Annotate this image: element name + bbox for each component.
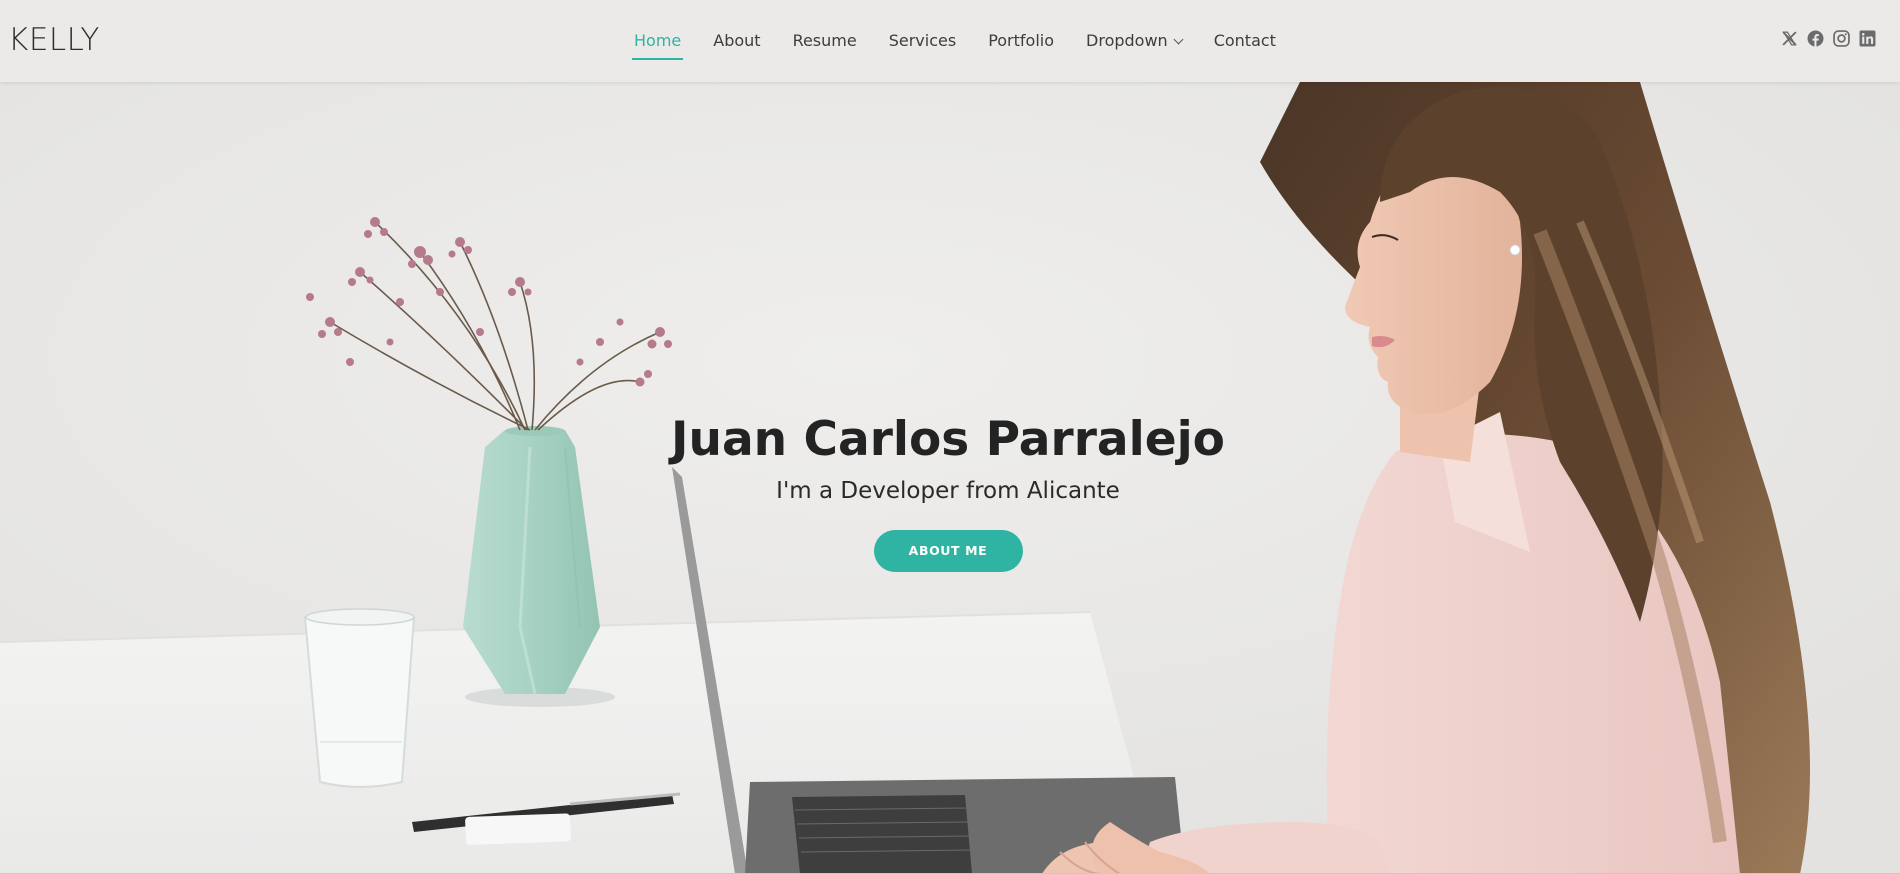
chevron-down-icon [1173, 34, 1184, 44]
nav-item-dropdown[interactable]: Dropdown [1086, 31, 1184, 51]
hero-content: Juan Carlos Parralejo I'm a Developer fr… [0, 412, 1896, 572]
x-twitter-icon[interactable] [1781, 30, 1798, 47]
nav-item-dropdown-label: Dropdown [1086, 31, 1168, 50]
hero-subtitle: I'm a Developer from Alicante [776, 478, 1120, 504]
main-nav: Home About Resume Services Portfolio Dro… [631, 0, 1308, 82]
instagram-icon[interactable] [1833, 30, 1850, 47]
nav-item-contact[interactable]: Contact [1214, 31, 1276, 51]
linkedin-icon[interactable] [1859, 30, 1876, 47]
site-header: KELLY Home About Resume Services Portfol… [0, 0, 1900, 82]
social-links [1781, 30, 1876, 47]
nav-item-resume[interactable]: Resume [793, 31, 857, 51]
about-me-button[interactable]: ABOUT ME [873, 530, 1023, 572]
site-logo[interactable]: KELLY [8, 22, 100, 58]
hero-section: Juan Carlos Parralejo I'm a Developer fr… [0, 82, 1900, 874]
nav-item-home[interactable]: Home [631, 31, 684, 60]
nav-item-services[interactable]: Services [889, 31, 956, 51]
nav-item-portfolio[interactable]: Portfolio [988, 31, 1054, 51]
nav-item-about[interactable]: About [713, 31, 760, 51]
facebook-icon[interactable] [1807, 30, 1824, 47]
hero-title: Juan Carlos Parralejo [671, 412, 1225, 467]
